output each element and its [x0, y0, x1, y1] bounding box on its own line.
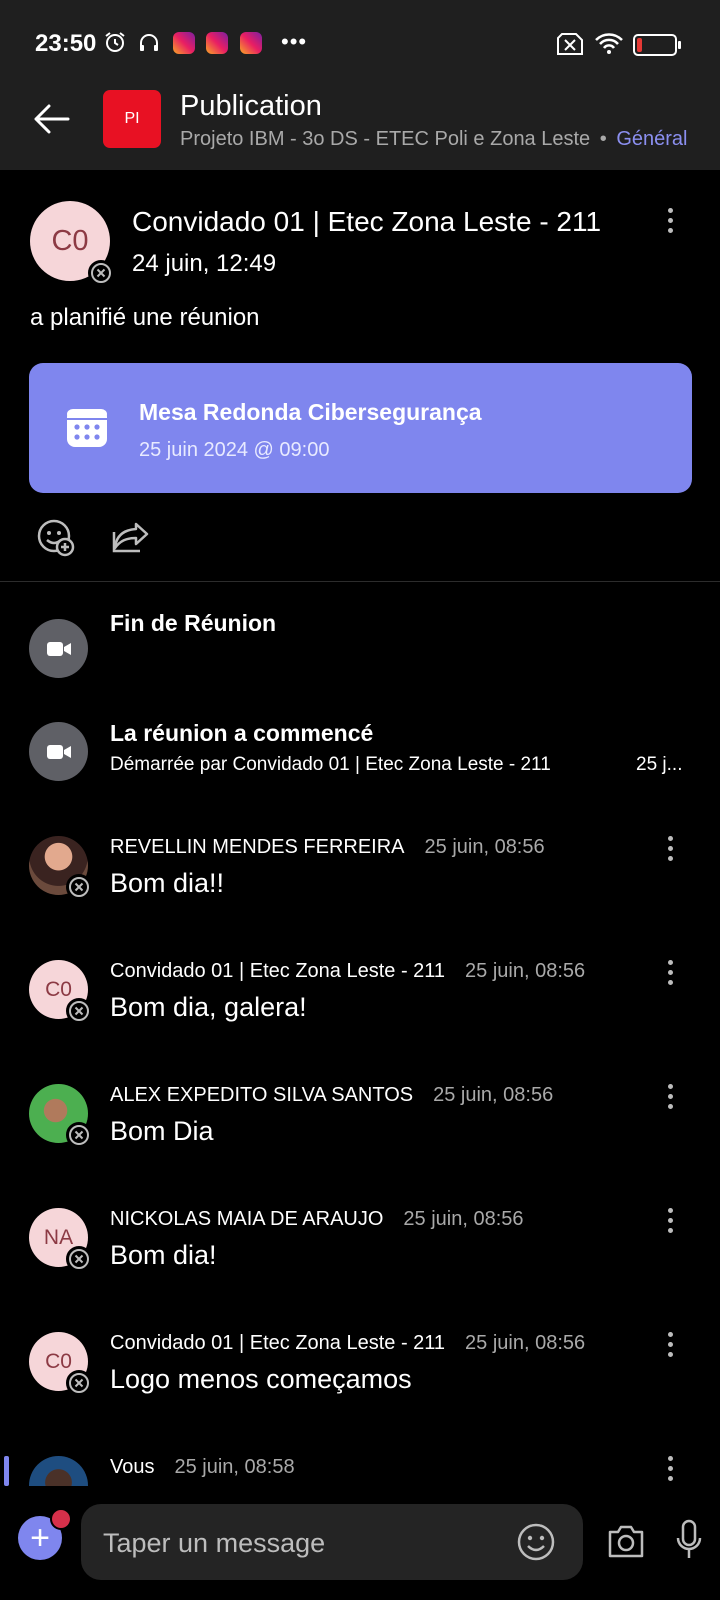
wifi-icon: [595, 33, 623, 54]
message-meta: Convidado 01 | Etec Zona Leste - 211 25 j…: [110, 1332, 585, 1355]
more-dots-icon: •••: [281, 29, 308, 54]
share-icon[interactable]: [110, 520, 150, 556]
offline-status-icon: [66, 1246, 92, 1272]
message-time: 25 juin, 08:58: [174, 1456, 295, 1478]
headphones-icon: [140, 34, 158, 51]
message-time: 25 juin, 08:56: [424, 836, 545, 858]
message-body: Bom dia, galera!: [110, 992, 307, 1022]
system-event-title: La réunion a commencé: [110, 720, 374, 746]
post-text: a planifié une réunion: [30, 304, 260, 331]
more-options-icon[interactable]: [668, 1456, 674, 1486]
video-call-icon: [29, 619, 88, 678]
message-body: Bom dia!: [110, 1240, 217, 1270]
status-time: 23:50: [35, 30, 97, 57]
avatar[interactable]: [29, 1456, 88, 1486]
instagram-icon: [173, 32, 195, 54]
offline-status-icon: [66, 1122, 92, 1148]
message-time: 25 juin, 08:56: [465, 960, 586, 982]
avatar-initials: NA: [43, 1225, 74, 1249]
emoji-icon[interactable]: [516, 1522, 556, 1562]
message-author[interactable]: Vous: [110, 1456, 154, 1478]
more-options-icon[interactable]: [668, 960, 674, 990]
message-meta: Convidado 01 | Etec Zona Leste - 211 25 j…: [110, 960, 585, 983]
meeting-title: Mesa Redonda Cibersegurança: [139, 399, 482, 425]
more-options-icon[interactable]: [668, 1084, 674, 1114]
instagram-icon: [206, 32, 228, 54]
message-author[interactable]: ALEX EXPEDITO SILVA SANTOS: [110, 1084, 413, 1106]
avatar-initials: C0: [51, 224, 89, 257]
camera-icon[interactable]: [606, 1522, 646, 1560]
add-reaction-icon[interactable]: [36, 518, 76, 558]
offline-status-icon: [66, 874, 92, 900]
more-options-icon[interactable]: [668, 836, 674, 866]
message-author[interactable]: Convidado 01 | Etec Zona Leste - 211: [110, 960, 445, 982]
meeting-card[interactable]: Mesa Redonda Cibersegurança 25 juin 2024…: [29, 363, 692, 493]
own-message-indicator: [4, 1456, 9, 1486]
avatar-initials: C0: [45, 1349, 72, 1373]
separator: •: [599, 128, 607, 150]
message-meta: ALEX EXPEDITO SILVA SANTOS 25 juin, 08:56: [110, 1084, 553, 1107]
message-meta: NICKOLAS MAIA DE ARAUJO 25 juin, 08:56: [110, 1208, 524, 1231]
more-options-icon[interactable]: [668, 1208, 674, 1238]
message-input-container[interactable]: [81, 1504, 583, 1582]
more-options-icon[interactable]: [668, 208, 674, 238]
message-body: Bom Dia: [110, 1116, 214, 1146]
microphone-icon[interactable]: [674, 1518, 704, 1562]
meeting-date: 25 juin 2024 @ 09:00: [139, 439, 330, 461]
header-subtitle[interactable]: Projeto IBM - 3o DS - ETEC Poli e Zona L…: [180, 128, 687, 151]
divider: [0, 581, 720, 582]
calendar-icon: [67, 409, 107, 447]
message-author[interactable]: NICKOLAS MAIA DE ARAUJO: [110, 1208, 383, 1230]
message-meta: Vous 25 juin, 08:58: [110, 1456, 295, 1479]
no-sim-icon: [557, 33, 583, 55]
more-options-icon[interactable]: [668, 1332, 674, 1362]
message-time: 25 juin, 08:56: [433, 1084, 554, 1106]
message-author[interactable]: REVELLIN MENDES FERREIRA: [110, 836, 405, 858]
video-call-icon: [29, 722, 88, 781]
arrow-left-icon[interactable]: [30, 98, 72, 140]
avatar-initials: C0: [45, 977, 72, 1001]
message-body: Bom dia!!: [110, 868, 225, 898]
message-time: 25 juin, 08:56: [465, 1332, 586, 1354]
message-composer: +: [0, 1486, 720, 1600]
channel-name: Général: [616, 128, 688, 150]
message-author[interactable]: Convidado 01 | Etec Zona Leste - 211: [110, 1332, 445, 1354]
offline-status-icon: [88, 260, 114, 286]
team-avatar[interactable]: PI: [103, 90, 161, 148]
page-title: Publication: [180, 90, 322, 122]
system-event-time: 25 j...: [636, 754, 683, 775]
notification-dot: [50, 1508, 72, 1530]
system-event-subtitle: Démarrée par Convidado 01 | Etec Zona Le…: [110, 754, 551, 775]
offline-status-icon: [66, 998, 92, 1024]
channel-header: PI Publication Projeto IBM - 3o DS - ETE…: [0, 84, 720, 170]
team-initials: PI: [124, 110, 140, 127]
message-time: 25 juin, 08:56: [403, 1208, 524, 1230]
message-body: Logo menos começamos: [110, 1364, 412, 1394]
team-name: Projeto IBM - 3o DS - ETEC Poli e Zona L…: [180, 128, 591, 150]
message-meta: REVELLIN MENDES FERREIRA 25 juin, 08:56: [110, 836, 545, 859]
battery-low-icon: [633, 34, 681, 56]
alarm-icon: [105, 32, 125, 52]
status-bar: 23:50 •••: [0, 0, 720, 84]
post-date: 24 juin, 12:49: [132, 250, 277, 277]
system-event-title: Fin de Réunion: [110, 610, 277, 636]
message-input[interactable]: [101, 1504, 505, 1582]
post-author[interactable]: Convidado 01 | Etec Zona Leste - 211: [132, 206, 601, 238]
instagram-icon: [240, 32, 262, 54]
offline-status-icon: [66, 1370, 92, 1396]
